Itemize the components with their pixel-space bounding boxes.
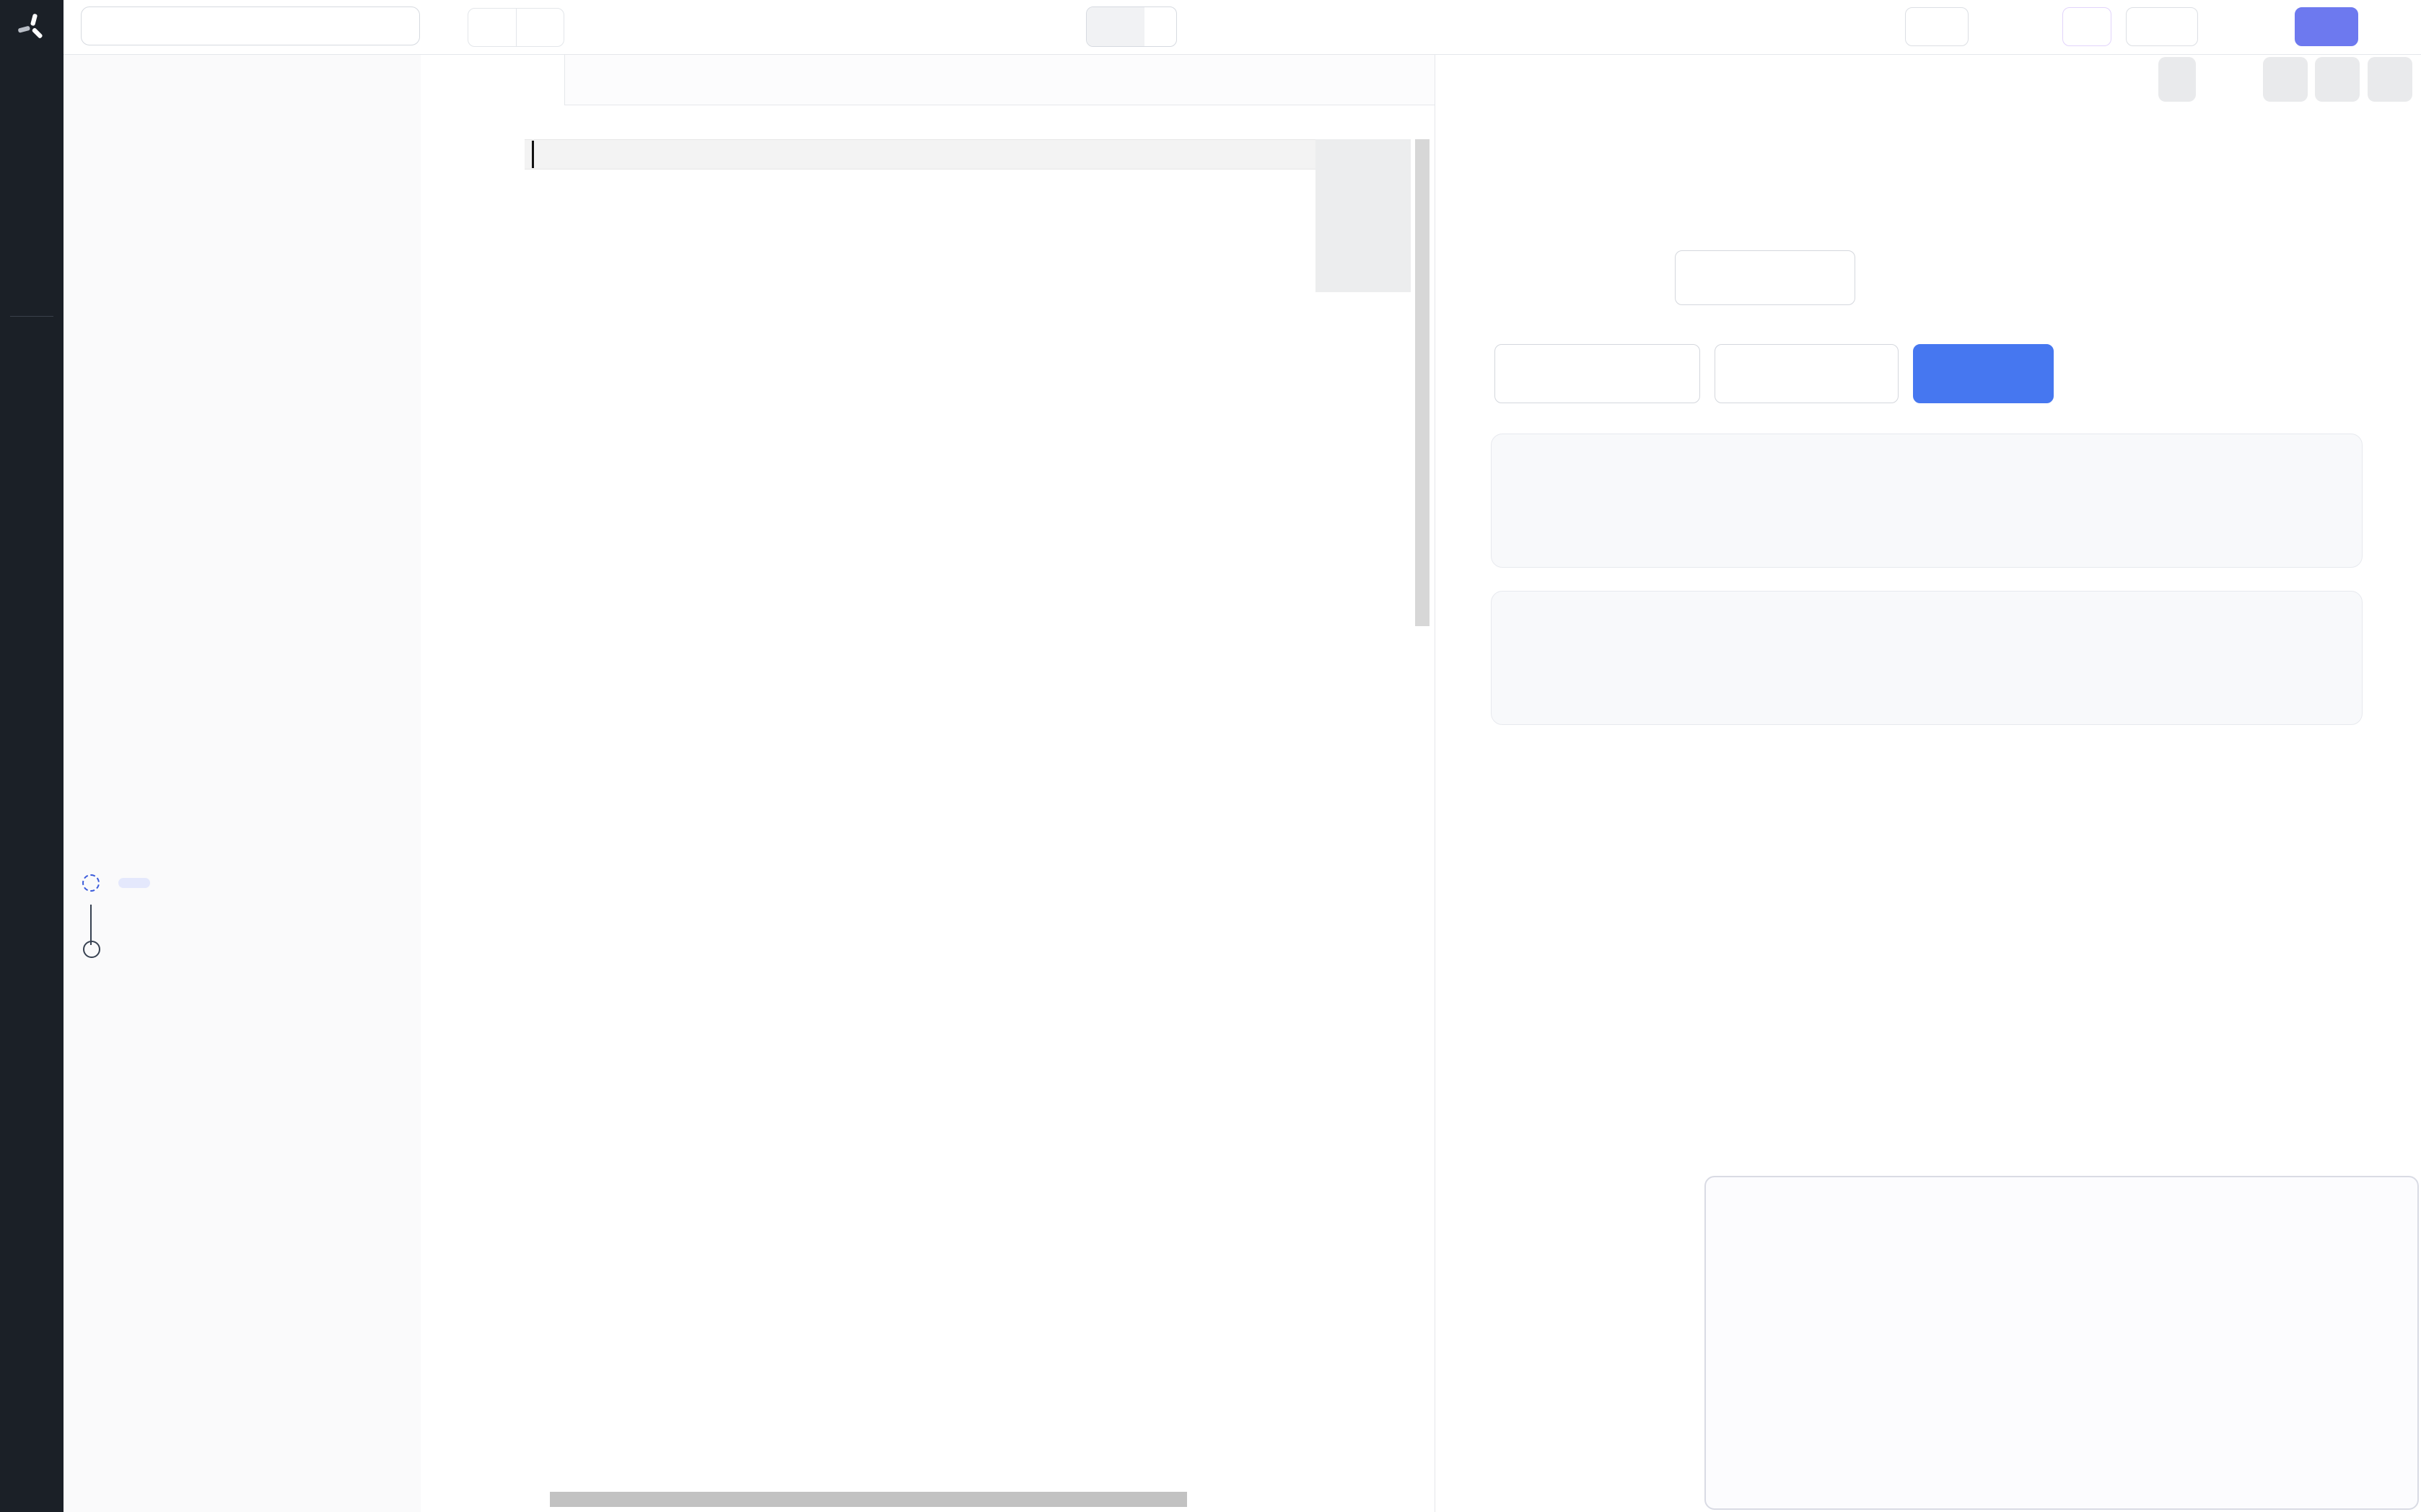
app-name-input[interactable] [81, 6, 420, 45]
editor-menu-icon[interactable] [1401, 69, 1423, 91]
camera-icon [383, 834, 402, 853]
sidebar [64, 55, 421, 1512]
redo-icon [529, 17, 551, 38]
topbar [0, 0, 2421, 55]
more-menu-button[interactable] [1856, 10, 1888, 43]
editor-tabbar [421, 55, 1435, 105]
database-icon [383, 690, 402, 708]
bug-icon [1922, 16, 1943, 38]
chevron-right-icon [438, 113, 454, 129]
undo-redo-group [468, 8, 564, 47]
save-icon [2311, 16, 2333, 38]
plus-icon [366, 444, 380, 459]
vertical-scrollbar[interactable] [1415, 139, 1430, 626]
add-folder-button[interactable] [366, 78, 402, 97]
close-icon[interactable] [533, 71, 550, 89]
history-point-icon[interactable] [83, 941, 100, 958]
packages-toggle[interactable] [85, 315, 402, 335]
minimap-slider[interactable] [1315, 139, 1411, 292]
undo-button[interactable] [468, 9, 517, 46]
rail-divider [10, 316, 53, 317]
timestamp-result-card [1491, 591, 2363, 725]
undo-icon [481, 17, 503, 38]
open-external-button[interactable] [2315, 57, 2360, 102]
jobs-button[interactable] [1905, 7, 1969, 46]
run-both-button[interactable] [1913, 344, 2054, 403]
breadcrumb[interactable] [438, 105, 457, 136]
logs-panel [1704, 1176, 2419, 1510]
multiply-result-card [1491, 434, 2363, 568]
inspect-button[interactable] [2263, 57, 2308, 102]
history-timeline [90, 905, 92, 945]
kebab-icon [1860, 14, 1885, 38]
get-timestamp-button[interactable] [1715, 344, 1899, 403]
data-settings-gear-icon[interactable] [327, 689, 347, 709]
snapshot-button[interactable] [366, 834, 402, 853]
horizontal-scrollbar[interactable] [550, 1492, 1187, 1507]
text-cursor [532, 141, 534, 168]
path-chip[interactable] [1086, 6, 1177, 47]
external-link-icon [2326, 69, 2348, 90]
bundler-chip[interactable] [2158, 57, 2196, 102]
plus-icon [366, 692, 380, 706]
split-editor-icon[interactable] [1365, 69, 1387, 91]
tab-app-tsx[interactable] [421, 55, 565, 105]
input-number-field[interactable] [1675, 250, 1855, 305]
ai-assistant-button[interactable] [2062, 7, 2111, 46]
wand-icon [2075, 15, 2098, 38]
chevron-right-icon [382, 315, 402, 335]
plus-icon [311, 80, 325, 94]
deploy-button[interactable] [2295, 7, 2358, 46]
code-editor [421, 55, 1435, 1512]
add-table-button[interactable] [366, 690, 402, 708]
refresh-button[interactable] [2368, 57, 2412, 102]
path-value [1144, 7, 1176, 46]
draft-button[interactable] [2126, 7, 2198, 46]
file-icon [383, 442, 402, 461]
save-icon [2142, 16, 2164, 38]
current-badge [118, 878, 150, 888]
windmill-app-editor [0, 0, 2421, 1512]
code-area[interactable] [421, 136, 1315, 1512]
left-rail [0, 0, 64, 1512]
add-backend-file-button[interactable] [366, 442, 402, 461]
add-file-button[interactable] [311, 78, 347, 97]
windmill-logo-icon[interactable] [0, 0, 64, 55]
inspect-icon [2275, 69, 2296, 90]
redo-button[interactable] [517, 9, 564, 46]
pencil-icon [1103, 17, 1121, 36]
chevron-down-icon [1732, 1184, 1749, 1202]
file-icon [328, 78, 347, 97]
minimap[interactable] [1315, 136, 1411, 1512]
plus-icon [366, 836, 380, 850]
history-current-item[interactable] [82, 874, 150, 892]
plus-icon [366, 80, 380, 94]
refresh-icon [2379, 69, 2401, 90]
multiply-number-button[interactable] [1494, 344, 1700, 403]
info-icon[interactable] [152, 690, 172, 710]
folder-icon [383, 78, 402, 97]
current-marker-icon [82, 874, 100, 892]
